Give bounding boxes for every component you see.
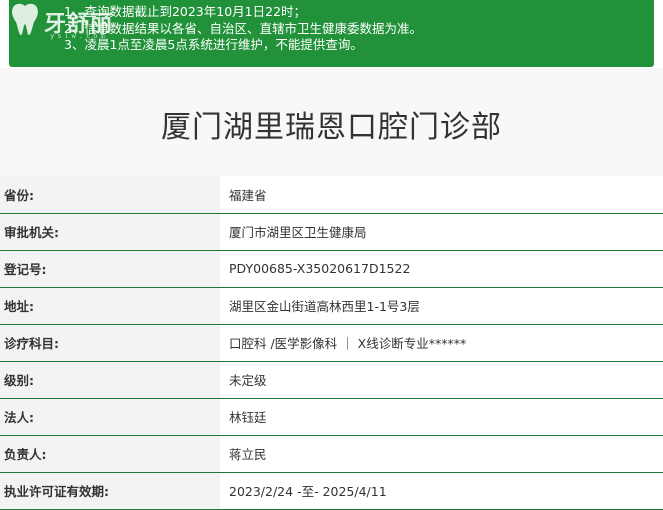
title-section: 厦门湖里瑞恩口腔门诊部: [0, 68, 663, 176]
info-label: 级别:: [0, 361, 220, 399]
info-value: 蒋立民: [220, 435, 663, 473]
info-value: 厦门市湖里区卫生健康局: [220, 213, 663, 251]
info-row: 执业许可证有效期: 2023/2/24 -至- 2025/4/11: [0, 472, 663, 510]
info-label: 诊疗科目:: [0, 324, 220, 362]
logo-subtext: yslw.com: [50, 32, 108, 40]
info-row: 法人: 林钰廷: [0, 398, 663, 436]
info-row: 负责人: 蒋立民: [0, 435, 663, 473]
notice-line-2: 2、信息数据结果以各省、自治区、直辖市卫生健康委数据为准。: [64, 20, 422, 36]
info-row: 诊疗科目: 口腔科 /医学影像科 ｜ X线诊断专业******: [0, 324, 663, 362]
info-value: 口腔科 /医学影像科 ｜ X线诊断专业******: [220, 324, 663, 362]
info-row: 级别: 未定级: [0, 361, 663, 399]
info-row: 省份: 福建省: [0, 176, 663, 214]
info-value: 福建省: [220, 176, 663, 214]
info-label: 登记号:: [0, 250, 220, 288]
clinic-info-table: 省份: 福建省 审批机关: 厦门市湖里区卫生健康局 登记号: PDY00685-X3502…: [0, 176, 663, 510]
info-label: 负责人:: [0, 435, 220, 473]
notice-line-3: 3、凌晨1点至凌晨5点系统进行维护，不能提供查询。: [64, 37, 363, 52]
info-label: 地址:: [0, 287, 220, 325]
info-label: 审批机关:: [0, 213, 220, 251]
info-value: 湖里区金山街道高林西里1-1号3层: [220, 287, 663, 325]
info-label: 省份:: [0, 176, 220, 214]
info-value: PDY00685-X35020617D1522: [220, 250, 663, 288]
page-title: 厦门湖里瑞恩口腔门诊部: [161, 110, 502, 145]
info-label: 执业许可证有效期:: [0, 472, 220, 510]
info-row: 审批机关: 厦门市湖里区卫生健康局: [0, 213, 663, 251]
info-label: 法人:: [0, 398, 220, 436]
info-value: 未定级: [220, 361, 663, 399]
info-row: 地址: 湖里区金山街道高林西里1-1号3层: [0, 287, 663, 325]
info-row: 登记号: PDY00685-X35020617D1522: [0, 250, 663, 288]
tooth-icon: [12, 3, 38, 35]
site-logo[interactable]: 牙舒丽 yslw.com: [10, 2, 130, 42]
notice-line-1: 1、查询数据截止到2023年10月1日22时；: [64, 4, 307, 19]
info-value: 林钰廷: [220, 398, 663, 436]
info-value: 2023/2/24 -至- 2025/4/11: [220, 472, 663, 510]
